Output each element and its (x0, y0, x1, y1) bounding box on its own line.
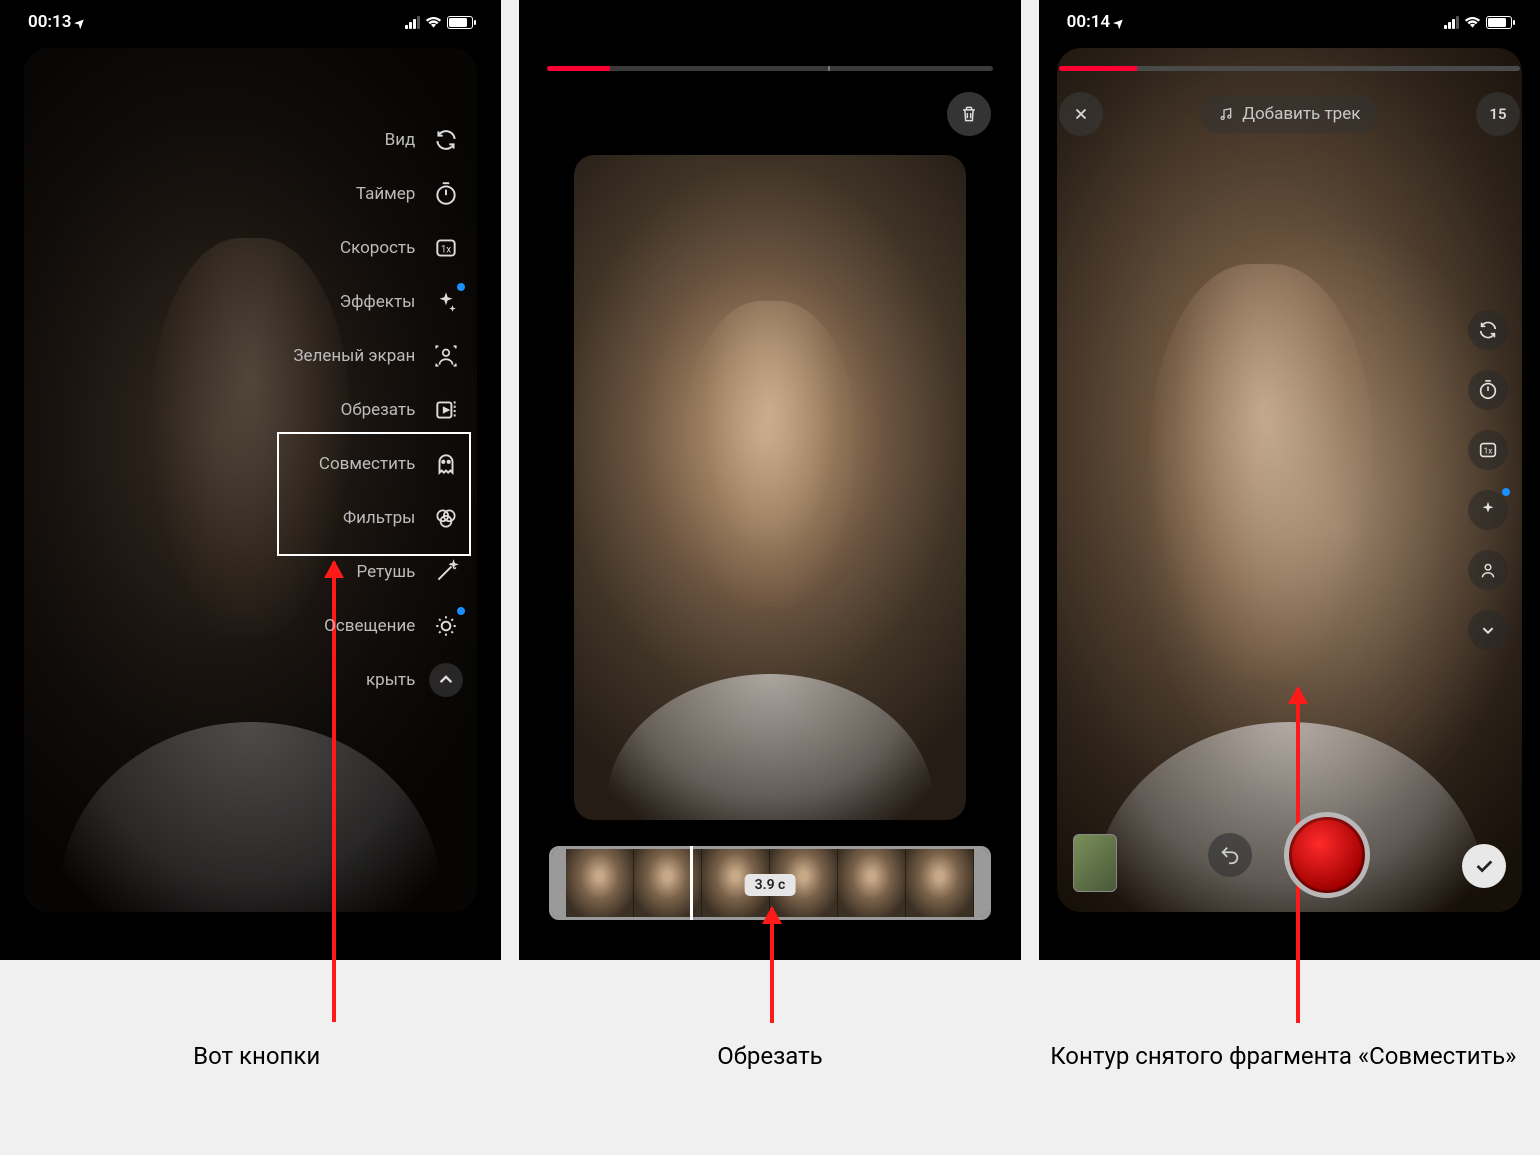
battery-icon (447, 16, 473, 29)
svg-text:1x: 1x (1484, 447, 1493, 457)
clock: 00:14 (1067, 12, 1110, 32)
tool-label: Обрезать (341, 400, 416, 420)
thumb-frame (838, 849, 906, 917)
record-progress (547, 66, 992, 71)
speed-icon: 1x (1477, 439, 1499, 461)
screenshot-3: 00:14 Добавить трек 15 (1039, 0, 1540, 960)
trim-handle-right[interactable] (974, 849, 988, 917)
tool-label: Таймер (356, 184, 415, 204)
tool-align[interactable]: Совместить (293, 444, 463, 484)
status-bar: 00:14 (1039, 8, 1540, 36)
tool-retouch[interactable]: Ретушь (293, 552, 463, 592)
tool-sidebar-compact: 1x (1468, 310, 1508, 650)
ghost-icon (429, 447, 463, 481)
undo-icon (1219, 844, 1241, 866)
tool-label: крыть (366, 670, 415, 690)
timer-icon (1477, 379, 1499, 401)
camera-viewport (1057, 48, 1522, 912)
signal-icon (405, 16, 420, 29)
refresh-icon (1477, 319, 1499, 341)
caption-1: Вот кнопки (0, 1040, 513, 1072)
filters-icon (429, 501, 463, 535)
location-icon (1114, 12, 1124, 32)
tool-greenscreen[interactable] (1468, 550, 1508, 590)
tool-label: Скорость (340, 238, 415, 258)
tool-label: Фильтры (343, 508, 415, 528)
tool-expand[interactable] (1468, 610, 1508, 650)
timer-icon (429, 177, 463, 211)
tool-filters[interactable]: Фильтры (293, 498, 463, 538)
duration-badge[interactable]: 15 (1476, 92, 1520, 136)
chevron-down-icon (1477, 619, 1499, 641)
trim-handle-left[interactable] (552, 849, 566, 917)
location-icon (75, 12, 85, 32)
tool-timer[interactable]: Таймер (293, 174, 463, 214)
caption-3: Контур снятого фрагмента «Совместить» (1027, 1040, 1540, 1072)
tool-label: Эффекты (340, 292, 416, 312)
align-ghost-overlay (1057, 48, 1522, 912)
tool-speed[interactable]: Скорость 1x (293, 228, 463, 268)
tool-collapse[interactable]: крыть (293, 660, 463, 700)
greenscreen-icon (1477, 559, 1499, 581)
trim-preview (574, 155, 965, 820)
tool-label: Совместить (319, 454, 415, 474)
tool-greenscreen[interactable]: Зеленый экран (293, 336, 463, 376)
effects-icon (1477, 499, 1499, 521)
tool-crop[interactable]: Обрезать (293, 390, 463, 430)
svg-text:1x: 1x (441, 244, 451, 255)
tool-label: Ретушь (356, 562, 415, 582)
add-track-button[interactable]: Добавить трек (1200, 95, 1378, 133)
tool-timer[interactable] (1468, 370, 1508, 410)
thumb-frame (566, 849, 634, 917)
thumb-frame (906, 849, 974, 917)
tool-effects[interactable]: Эффекты (293, 282, 463, 322)
trim-duration-badge: 3.9 с (745, 874, 796, 896)
close-icon (1072, 105, 1090, 123)
crop-icon (429, 393, 463, 427)
screenshot-1: 00:13 Вид Таймер Скорость (0, 0, 501, 960)
greenscreen-icon (429, 339, 463, 373)
status-bar: 00:13 (0, 8, 501, 36)
tool-view[interactable]: Вид (293, 120, 463, 160)
wifi-icon (425, 16, 442, 29)
caption-2: Обрезать (513, 1040, 1026, 1072)
music-icon (1218, 106, 1234, 122)
status-right (405, 16, 473, 29)
tool-sidebar: Вид Таймер Скорость 1x Эффекты Зеленый э… (293, 120, 463, 700)
delete-button[interactable] (947, 92, 991, 136)
status-right (1444, 16, 1512, 29)
close-button[interactable] (1059, 92, 1103, 136)
trash-icon (959, 103, 979, 125)
tool-label: Освещение (324, 616, 415, 636)
effects-icon (429, 285, 463, 319)
tool-view[interactable] (1468, 310, 1508, 350)
captions-row: Вот кнопки Обрезать Контур снятого фрагм… (0, 960, 1540, 1072)
tool-label: Вид (385, 130, 416, 150)
add-track-label: Добавить трек (1242, 104, 1360, 124)
record-button[interactable] (1284, 812, 1370, 898)
screenshot-2: 3.9 с (519, 0, 1020, 960)
tool-speed[interactable]: 1x (1468, 430, 1508, 470)
wifi-icon (1464, 16, 1481, 29)
wand-icon (429, 555, 463, 589)
chevron-up-icon (429, 663, 463, 697)
undo-button[interactable] (1208, 833, 1252, 877)
sun-icon (429, 609, 463, 643)
record-progress (1059, 66, 1520, 71)
battery-icon (1486, 16, 1512, 29)
speed-icon: 1x (429, 231, 463, 265)
refresh-icon (429, 123, 463, 157)
clock: 00:13 (28, 12, 71, 32)
tool-effects[interactable] (1468, 490, 1508, 530)
tool-lighting[interactable]: Освещение (293, 606, 463, 646)
signal-icon (1444, 16, 1459, 29)
playhead[interactable] (690, 846, 693, 920)
tool-label: Зеленый экран (293, 346, 415, 366)
